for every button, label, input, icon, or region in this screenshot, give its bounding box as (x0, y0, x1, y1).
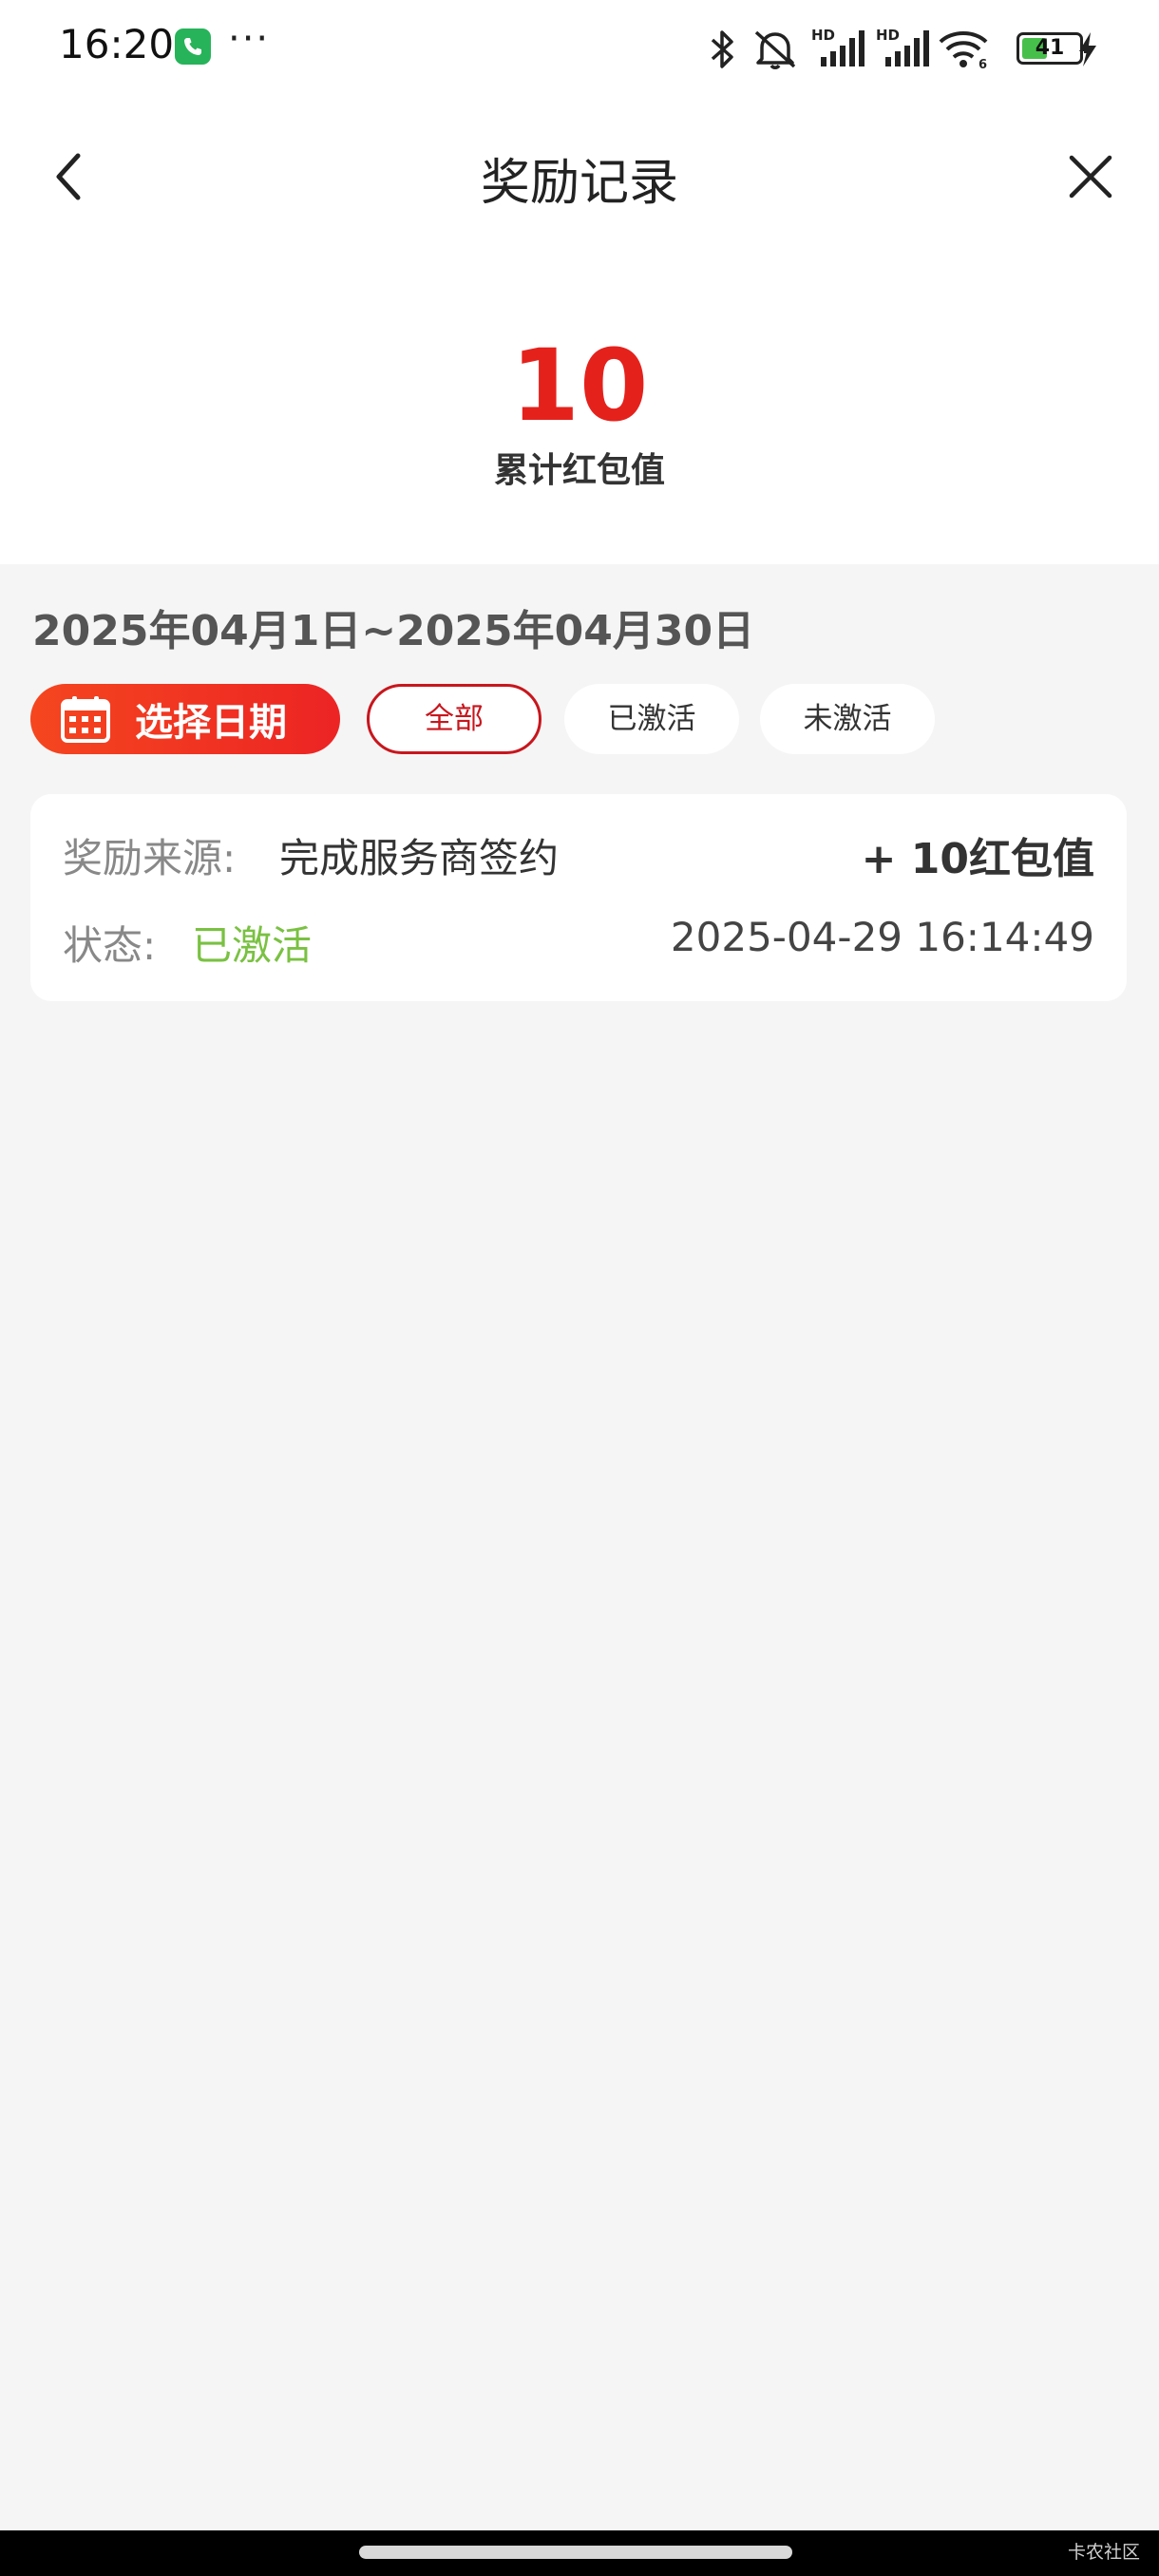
total-reward-label: 累计红包值 (493, 451, 665, 490)
battery-icon: 41 (1016, 32, 1089, 65)
signal-hd-icon: HD (811, 27, 864, 66)
record-time: 2025-04-29 16:14:49 (670, 914, 1094, 960)
home-indicator[interactable] (359, 2546, 792, 2559)
reward-amount: + 10红包值 (861, 835, 1094, 883)
more-notifications-icon: ··· (228, 17, 271, 61)
gesture-bar: 卡农社区 (0, 2530, 1159, 2576)
battery-level: 41 (1035, 36, 1065, 60)
header-section: 16:20 ··· HD HD 6 41 奖励记录 10 累计红包值 (0, 0, 1159, 564)
status-bar: 16:20 ··· HD HD 6 41 (0, 0, 1159, 99)
reward-record-card: 奖励来源: 完成服务商签约 + 10红包值 状态: 已激活 2025-04-29… (30, 794, 1127, 1001)
close-button[interactable] (1066, 152, 1115, 201)
svg-text:HD: HD (811, 27, 835, 44)
source-value: 完成服务商签约 (279, 835, 560, 881)
filter-chip-not-activated[interactable]: 未激活 (760, 684, 935, 754)
close-icon (1069, 155, 1112, 199)
total-reward-value: 10 (510, 328, 649, 444)
charging-icon (1079, 32, 1096, 66)
watermark: 卡农社区 (1067, 2542, 1140, 2563)
page-title: 奖励记录 (480, 155, 678, 212)
bluetooth-icon (711, 30, 733, 68)
select-date-button[interactable]: 选择日期 (30, 684, 340, 754)
status-value: 已激活 (192, 922, 313, 969)
calendar-icon (61, 696, 110, 743)
wifi-icon: 6 (939, 31, 988, 70)
status-label: 状态: (63, 922, 157, 969)
signal-hd-icon-2: HD (876, 27, 929, 66)
svg-text:HD: HD (876, 27, 900, 44)
phone-icon (175, 28, 211, 65)
select-date-label: 选择日期 (135, 701, 287, 745)
source-label: 奖励来源: (63, 835, 237, 881)
status-time: 16:20 (59, 21, 175, 67)
filter-chip-all[interactable]: 全部 (367, 684, 542, 754)
date-range-text: 2025年04月1日~2025年04月30日 (32, 607, 755, 655)
svg-text:6: 6 (978, 58, 987, 70)
filter-chip-activated[interactable]: 已激活 (564, 684, 739, 754)
mute-icon (754, 30, 796, 69)
